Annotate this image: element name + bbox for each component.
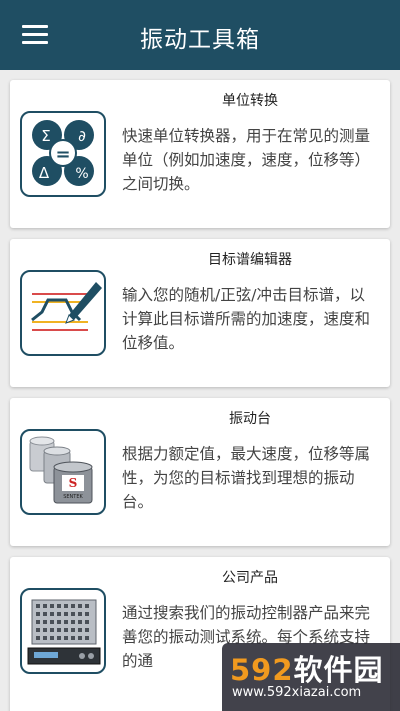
- percent-symbol: %: [75, 166, 88, 182]
- watermark-number: 592: [230, 653, 294, 687]
- card-title: 目标谱编辑器: [208, 252, 292, 268]
- controller-product-icon: [20, 588, 106, 674]
- app-bar: 振动工具箱: [0, 0, 400, 70]
- card-title: 公司产品: [222, 570, 278, 586]
- delta-symbol: Δ: [39, 164, 50, 182]
- card-shaker-table[interactable]: 振动台 S SENTEK 根据力额定值，最大速度，位移等属性，为您的目标谱找到理…: [10, 398, 390, 546]
- card-title: 单位转换: [222, 93, 278, 109]
- app-title: 振动工具箱: [140, 27, 260, 53]
- sentek-logo-letter: S: [69, 476, 78, 490]
- card-title: 振动台: [229, 411, 271, 427]
- card-description: 快速单位转换器，用于在常见的测量单位（例如加速度，速度，位移等）之间切换。: [122, 127, 371, 193]
- partial-symbol: ∂: [78, 127, 86, 145]
- sigma-symbol: Σ: [41, 127, 50, 145]
- spectrum-editor-icon: [20, 270, 106, 356]
- shaker-table-icon: S SENTEK: [20, 429, 106, 515]
- unit-converter-icon: Σ ∂ = Δ %: [20, 111, 106, 197]
- card-spectrum-editor[interactable]: 目标谱编辑器 输入您的随机/正弦/冲击目标谱，以计算此目标谱所需的加速度，速度和…: [10, 239, 390, 387]
- watermark-text: 软件园: [293, 653, 384, 687]
- sentek-logo-text: SENTEK: [63, 494, 83, 500]
- watermark-url: www.592xiazai.com: [232, 685, 362, 700]
- card-description: 输入您的随机/正弦/冲击目标谱，以计算此目标谱所需的加速度，速度和位移值。: [122, 286, 371, 352]
- card-description: 根据力额定值，最大速度，位移等属性，为您的目标谱找到理想的振动台。: [122, 445, 371, 511]
- card-unit-conversion[interactable]: 单位转换 Σ ∂ = Δ % 快速单位转换器，用于在常见的测量单位（例如加速度，…: [10, 80, 390, 228]
- equals-symbol: =: [55, 144, 70, 165]
- site-watermark: 592软件园 www.592xiazai.com: [222, 643, 400, 711]
